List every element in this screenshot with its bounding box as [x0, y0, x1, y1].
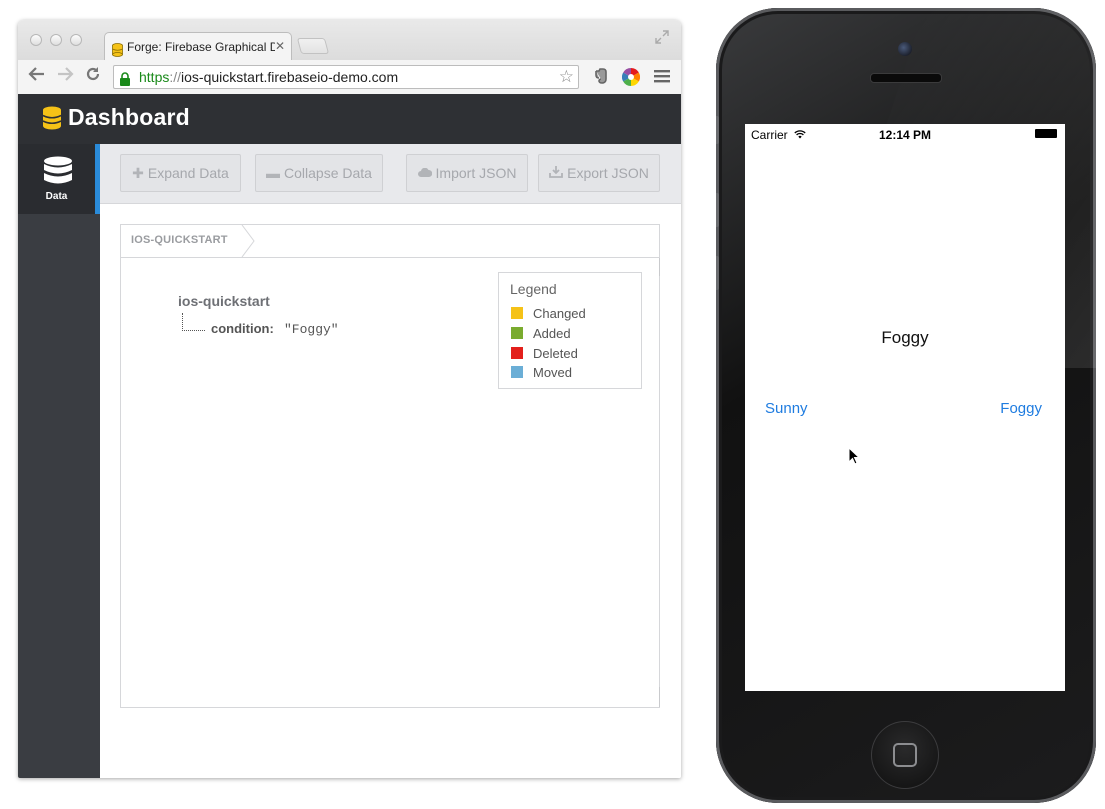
deleted-swatch	[511, 347, 523, 359]
lock-icon	[119, 70, 131, 92]
window-minimize-dot[interactable]	[50, 34, 62, 46]
collapse-data-button[interactable]: ▬ Collapse Data	[255, 154, 383, 192]
home-square-icon	[893, 743, 917, 767]
front-camera-icon	[898, 42, 912, 56]
sidebar-item-data[interactable]: Data	[18, 144, 100, 214]
expand-data-label: Expand Data	[147, 165, 229, 181]
legend-item-changed: Changed	[511, 306, 586, 322]
url-host: ios-quickstart.firebaseio-demo.com	[181, 69, 399, 85]
address-bar[interactable]: https://ios-quickstart.firebaseio-demo.c…	[113, 65, 579, 89]
breadcrumb-chevron-icon	[241, 224, 257, 262]
color-picker-extension-icon[interactable]	[621, 68, 641, 91]
iphone-simulator: Carrier 12:14 PM Foggy Sunny Foggy	[716, 8, 1096, 803]
phone-screen: Carrier 12:14 PM Foggy Sunny Foggy	[745, 124, 1065, 691]
tab-bar: Forge: Firebase Graphical D ✕	[18, 20, 681, 60]
window-close-dot[interactable]	[30, 34, 42, 46]
main-content: ✚ Expand Data ▬ Collapse Data Import JSON …	[100, 144, 681, 778]
browser-toolbar: https://ios-quickstart.firebaseio-demo.c…	[18, 60, 681, 95]
import-json-button[interactable]: Import JSON	[406, 154, 528, 192]
download-tray-icon	[549, 155, 564, 191]
breadcrumb-root[interactable]: IOS-QUICKSTART	[131, 234, 228, 246]
evernote-extension-icon[interactable]	[593, 68, 609, 89]
added-swatch	[511, 327, 523, 339]
legend: Legend Changed Added Deleted Moved	[498, 272, 642, 389]
cloud-upload-icon	[417, 155, 432, 191]
back-arrow-icon[interactable]	[28, 65, 46, 89]
changed-swatch	[511, 307, 523, 319]
tree-connector	[182, 313, 205, 331]
tab-close-icon[interactable]: ✕	[275, 33, 285, 59]
sidebar-item-label: Data	[45, 191, 68, 202]
legend-label: Changed	[533, 306, 586, 321]
tree-root-node[interactable]: ios-quickstart	[178, 293, 270, 309]
plus-icon: ✚	[132, 165, 144, 181]
browser-tab[interactable]: Forge: Firebase Graphical D ✕	[104, 32, 292, 60]
sunny-button[interactable]: Sunny	[765, 400, 808, 417]
dashboard-title: Dashboard	[68, 104, 190, 130]
fullscreen-icon[interactable]	[655, 30, 669, 47]
expand-data-button[interactable]: ✚ Expand Data	[120, 154, 241, 192]
database-icon	[43, 156, 73, 191]
collapse-data-label: Collapse Data	[284, 165, 372, 181]
volume-down-button	[716, 256, 719, 290]
forward-arrow-icon[interactable]	[56, 65, 74, 89]
menu-hamburger-icon[interactable]	[654, 69, 670, 88]
tree-child-value[interactable]: "Foggy"	[284, 322, 339, 337]
volume-up-button	[716, 193, 719, 227]
legend-title: Legend	[510, 281, 557, 297]
window-zoom-dot[interactable]	[70, 34, 82, 46]
sidebar: Data	[18, 144, 100, 778]
legend-item-added: Added	[511, 326, 571, 342]
legend-label: Added	[533, 326, 571, 341]
mouse-cursor-icon	[848, 446, 861, 470]
export-json-button[interactable]: Export JSON	[538, 154, 660, 192]
condition-label: Foggy	[881, 328, 929, 347]
tree-child-key[interactable]: condition:	[211, 321, 274, 336]
new-tab-button[interactable]	[296, 38, 330, 54]
moved-swatch	[511, 366, 523, 378]
mute-switch	[716, 116, 719, 144]
battery-icon	[1035, 129, 1057, 138]
tab-title: Forge: Firebase Graphical D	[127, 40, 275, 54]
legend-label: Moved	[533, 365, 573, 380]
minus-icon: ▬	[266, 165, 281, 181]
earpiece-speaker	[870, 73, 942, 83]
scroll-edge-bottom	[659, 687, 660, 707]
firebase-logo-icon	[42, 106, 62, 135]
status-bar: Carrier 12:14 PM	[745, 124, 1065, 144]
home-button[interactable]	[871, 721, 939, 789]
export-json-label: Export JSON	[567, 165, 649, 181]
url-separator: ://	[169, 69, 182, 85]
data-panel: IOS-QUICKSTART ios-quickstart condition:…	[120, 224, 660, 708]
url-scheme: https	[139, 69, 170, 85]
action-bar: ✚ Expand Data ▬ Collapse Data Import JSON …	[100, 144, 681, 204]
legend-item-deleted: Deleted	[511, 346, 578, 362]
legend-label: Deleted	[533, 346, 578, 361]
bookmark-star-icon[interactable]: ☆	[559, 66, 574, 88]
browser-window: Forge: Firebase Graphical D ✕ https://io…	[18, 20, 681, 778]
legend-item-moved: Moved	[511, 365, 572, 381]
dashboard-header: Dashboard	[18, 94, 681, 144]
foggy-button[interactable]: Foggy	[1000, 400, 1042, 417]
import-json-label: Import JSON	[435, 165, 517, 181]
status-time: 12:14 PM	[878, 128, 932, 142]
scroll-edge-top	[659, 258, 660, 276]
breadcrumb: IOS-QUICKSTART	[121, 224, 659, 258]
reload-icon[interactable]	[84, 65, 102, 89]
